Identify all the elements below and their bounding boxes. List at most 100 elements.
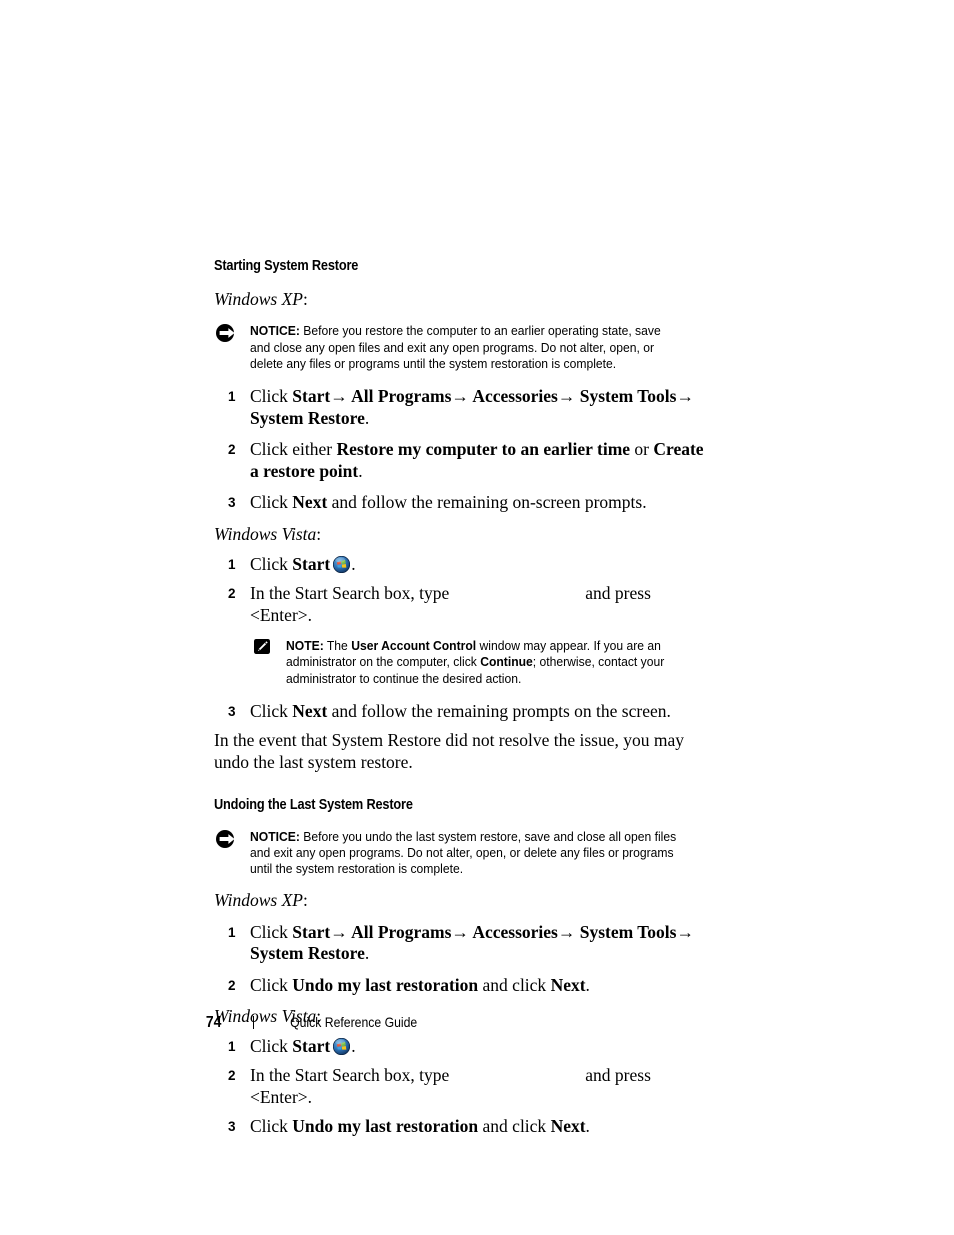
ui-term-start: Start (292, 1035, 331, 1056)
transition-paragraph: In the event that System Restore did not… (214, 730, 684, 772)
step-text: Click Undo my last restoration and click… (250, 975, 590, 995)
ui-term-undo-last-restoration: Undo my last restoration (292, 1116, 479, 1137)
step-item: 2 In the Start Search box, type and press… (214, 583, 714, 626)
notice-text-1: Before you restore the computer to an ea… (250, 323, 661, 371)
os-label-text: Windows XP (214, 289, 303, 310)
step-number: 2 (228, 586, 236, 602)
os-label-windows-xp-1: Windows XP: (214, 289, 714, 311)
notice-block-2: NOTICE: Before you undo the last system … (214, 829, 714, 878)
steps-vista-start: 1 Click Start . 2 In the Start Search bo… (214, 554, 714, 627)
step-mid: or (630, 439, 654, 460)
menu-arrow-icon: → (451, 386, 469, 407)
ui-term-start: Start (292, 386, 331, 407)
menu-arrow-icon: → (557, 921, 576, 942)
ui-term-continue: Continue (480, 654, 533, 670)
ui-term-system-tools: System Tools (575, 386, 677, 407)
ui-term-system-restore: System Restore (250, 407, 365, 428)
step-item: 3 Click Next and follow the remaining pr… (214, 701, 714, 723)
ui-term-accessories: Accessories (468, 386, 558, 407)
step-number: 3 (228, 703, 236, 719)
os-label-colon: : (316, 523, 322, 544)
step-period: . (364, 943, 370, 964)
page-content: Starting System Restore Windows XP: NOTI… (214, 258, 714, 1138)
windows-start-orb-icon (333, 1037, 351, 1056)
ui-term-undo-last-restoration: Undo my last restoration (292, 974, 479, 995)
step-number: 1 (228, 1038, 236, 1054)
menu-arrow-icon: → (451, 921, 469, 942)
os-label-colon: : (302, 289, 308, 310)
step-item: 3 Click Next and follow the remaining on… (214, 492, 714, 514)
step-text: Click Next and follow the remaining prom… (250, 701, 671, 721)
step-number: 2 (228, 1068, 236, 1084)
step-item: 1 Click Start . (214, 1036, 714, 1058)
step-number: 1 (228, 389, 236, 405)
step-period: . (351, 1035, 356, 1056)
step-lead: Click (250, 921, 293, 942)
step-period: . (358, 460, 363, 481)
steps-xp-start: 1 Click Start→ All Programs→ Accessories… (214, 386, 714, 514)
step-number: 3 (228, 495, 236, 511)
step-text: In the Start Search box, type and press <… (250, 583, 651, 625)
step-item: 2 Click Undo my last restoration and cli… (214, 975, 714, 997)
step-text: Click Undo my last restoration and click… (250, 1116, 590, 1136)
step-lead: Click (250, 700, 293, 721)
step-lead: Click (250, 492, 293, 513)
step-mid: and click (478, 974, 551, 995)
step-period: . (585, 974, 590, 995)
step-text: Click Start→ All Programs→ Accessories→ … (250, 922, 694, 964)
os-label-text: Windows XP (214, 889, 303, 910)
menu-arrow-icon: → (330, 921, 348, 942)
document-page: Starting System Restore Windows XP: NOTI… (0, 0, 954, 1235)
notice-label-2: NOTICE: (250, 828, 300, 844)
step-number: 2 (228, 442, 236, 458)
windows-start-orb-icon (333, 555, 351, 573)
os-label-windows-vista-1: Windows Vista: (214, 524, 714, 546)
step-text: Click Start . (250, 554, 356, 574)
step-number: 1 (228, 924, 236, 940)
step-lead: Click (250, 974, 293, 995)
menu-arrow-icon: → (330, 386, 348, 407)
step-text: Click Start→ All Programs→ Accessories→ … (250, 386, 694, 428)
footer-separator (253, 1016, 255, 1029)
ui-term-next: Next (292, 700, 328, 721)
footer-page-number: 74 (205, 1014, 222, 1031)
step-lead: Click (250, 386, 293, 407)
step-item: 2 Click either Restore my computer to an… (214, 439, 714, 482)
step-lead: In the Start Search box, type (250, 583, 450, 604)
heading-starting-system-restore: Starting System Restore (214, 258, 359, 274)
note-pencil-icon (254, 639, 270, 655)
os-label-colon: : (302, 889, 308, 910)
step-period: . (351, 553, 356, 574)
ui-term-user-account-control: User Account Control (351, 638, 477, 654)
step-period: . (585, 1116, 590, 1137)
step-item: 1 Click Start . (214, 554, 714, 576)
step-text: Click Start . (250, 1036, 356, 1056)
ui-term-all-programs: All Programs (347, 386, 452, 407)
ui-term-all-programs: All Programs (347, 921, 452, 942)
step-tail: and follow the remaining prompts on the … (327, 700, 671, 721)
steps-vista-undo: 1 Click Start . 2 In the Start Search bo… (214, 1036, 714, 1138)
notice-arrow-icon (216, 324, 238, 343)
ui-term-start: Start (292, 921, 331, 942)
step-item: 1 Click Start→ All Programs→ Accessories… (214, 922, 714, 965)
notice-body-1: NOTICE: Before you restore the computer … (250, 323, 677, 372)
step-text: In the Start Search box, type and press <… (250, 1065, 651, 1107)
notice-body-2: NOTICE: Before you undo the last system … (250, 829, 677, 878)
step-number: 3 (228, 1119, 236, 1135)
note-label-1: NOTE: (286, 638, 324, 654)
step-lead: Click (250, 553, 293, 574)
step-lead: In the Start Search box, type (250, 1065, 450, 1086)
notice-text-2: Before you undo the last system restore,… (250, 828, 677, 877)
menu-arrow-icon: → (676, 921, 694, 942)
page-footer: 74 Quick Reference Guide (205, 1014, 425, 1036)
step-number: 1 (228, 556, 236, 572)
steps-vista-start-cont: 3 Click Next and follow the remaining pr… (214, 701, 714, 723)
notice-block-1: NOTICE: Before you restore the computer … (214, 323, 714, 372)
os-label-text: Windows Vista (214, 523, 317, 544)
step-lead: Click (250, 1035, 293, 1056)
step-number: 2 (228, 977, 236, 993)
step-period: . (364, 407, 370, 428)
note-body-1: NOTE: The User Account Control window ma… (286, 638, 706, 687)
notice-arrow-icon (216, 829, 238, 848)
steps-xp-undo: 1 Click Start→ All Programs→ Accessories… (214, 922, 714, 997)
